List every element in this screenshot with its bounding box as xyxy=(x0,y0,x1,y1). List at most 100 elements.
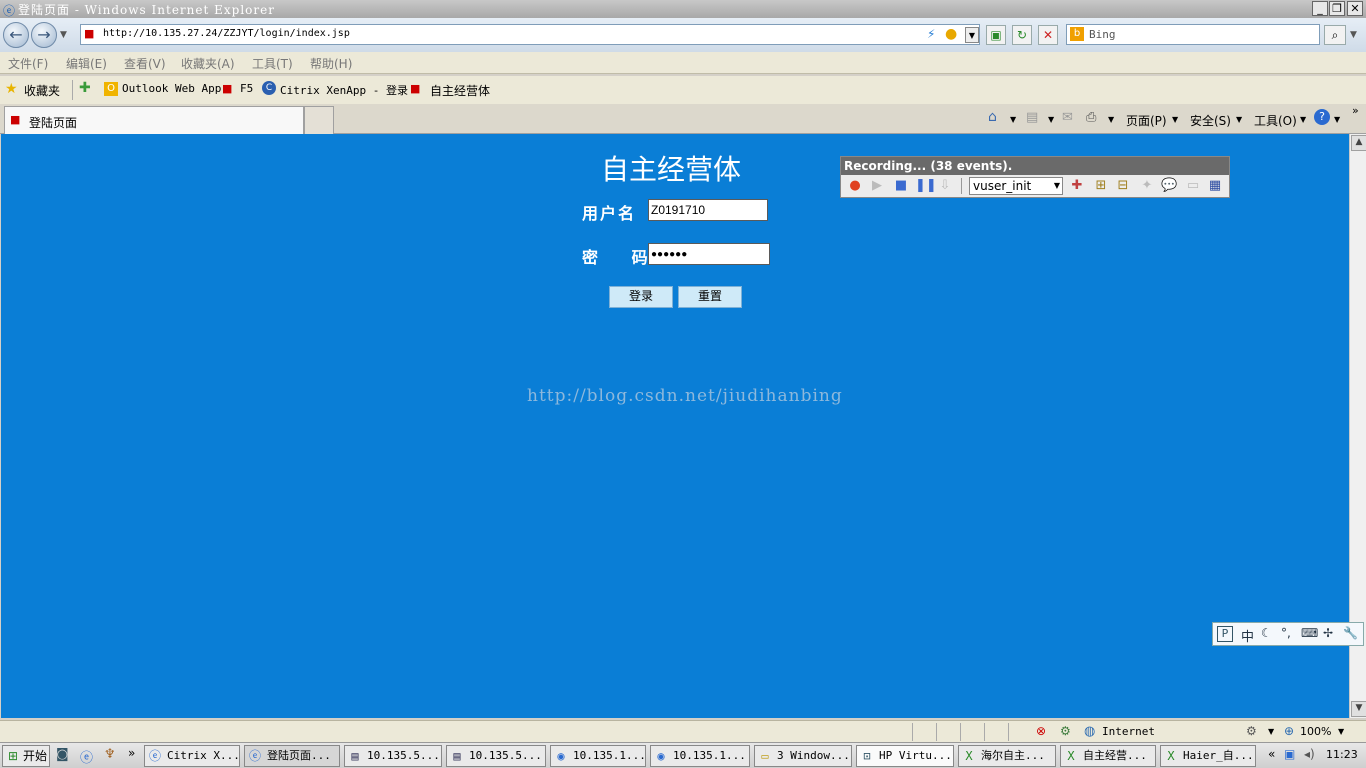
minimize-button[interactable]: _ xyxy=(1312,1,1328,16)
task-excel-3[interactable]: X Haier_自... xyxy=(1160,745,1256,767)
end-transaction-icon[interactable]: ⊟ xyxy=(1115,178,1131,194)
popup-blocker-icon[interactable]: ⚙ xyxy=(1060,724,1071,738)
menu-edit[interactable]: 编辑(E) xyxy=(66,55,107,72)
compat-view-icon[interactable]: ⚡ xyxy=(927,27,935,41)
search-box[interactable]: b Bing xyxy=(1066,24,1320,45)
print-icon[interactable]: ⎙ xyxy=(1086,110,1096,125)
maximize-button[interactable]: ❐ xyxy=(1329,1,1345,16)
scroll-down-icon[interactable]: ▼ xyxy=(1351,701,1366,717)
remote-desktop-icon: ▤ xyxy=(351,749,359,763)
protected-zone-icon[interactable]: ⚙ xyxy=(1246,724,1257,738)
pause-icon[interactable]: ❚❚ xyxy=(915,178,937,194)
new-action-icon[interactable]: ✚ xyxy=(1069,178,1085,194)
reset-button[interactable]: 重置 xyxy=(678,286,742,308)
page-dropdown-icon[interactable]: ▼ xyxy=(1172,115,1178,124)
network-tray-icon[interactable]: ▣ xyxy=(1284,747,1295,761)
search-button[interactable]: ⌕ xyxy=(1324,25,1346,45)
volume-icon[interactable]: ◂) xyxy=(1304,747,1315,761)
chevron-more-icon[interactable]: » xyxy=(1352,104,1359,117)
settings-icon[interactable]: ✢ xyxy=(1323,626,1333,640)
task-hp-virtual-user[interactable]: ⊡ HP Virtu... xyxy=(856,745,954,767)
help-dropdown-icon[interactable]: ▼ xyxy=(1334,115,1340,124)
safety-dropdown-icon[interactable]: ▼ xyxy=(1236,115,1242,124)
menu-tools[interactable]: 工具(T) xyxy=(252,55,293,72)
fav-outlook[interactable]: Outlook Web App xyxy=(122,82,221,95)
menu-view[interactable]: 查看(V) xyxy=(124,55,166,72)
keyboard-icon[interactable]: ⌨ xyxy=(1301,626,1318,640)
task-excel-2[interactable]: X 自主经营... xyxy=(1060,745,1156,767)
start-button[interactable]: ⊞ 开始 xyxy=(2,745,50,767)
compat-clock-icon[interactable]: ● xyxy=(945,26,957,42)
task-excel-1[interactable]: X 海尔自主... xyxy=(958,745,1056,767)
ime-mode[interactable]: 中 xyxy=(1241,626,1254,645)
password-input[interactable] xyxy=(648,243,770,265)
rss-feed-button[interactable]: ▣ xyxy=(986,25,1006,45)
login-button[interactable]: 登录 xyxy=(609,286,673,308)
task-remote-1[interactable]: ▤ 10.135.5... xyxy=(344,745,442,767)
home-icon[interactable]: ⌂ xyxy=(988,109,997,125)
zoom-dropdown-icon[interactable]: ▼ xyxy=(1338,727,1344,736)
task-login-page[interactable]: ⓔ 登陆页面... xyxy=(244,745,340,767)
menu-help[interactable]: 帮助(H) xyxy=(310,55,352,72)
forward-button[interactable]: → xyxy=(31,22,57,48)
zoom-icon[interactable]: ⊕ xyxy=(1284,724,1294,738)
comment-icon[interactable]: 💬 xyxy=(1161,178,1177,194)
task-remote-2[interactable]: ▤ 10.135.5... xyxy=(446,745,546,767)
print-dropdown-icon[interactable]: ▼ xyxy=(1108,115,1114,124)
start-transaction-icon[interactable]: ⊞ xyxy=(1093,178,1109,194)
show-desktop-icon[interactable]: ◙ xyxy=(56,747,69,762)
refresh-button[interactable]: ↻ xyxy=(1012,25,1032,45)
task-remote-3[interactable]: ◉ 10.135.1... xyxy=(550,745,646,767)
task-remote-4[interactable]: ◉ 10.135.1... xyxy=(650,745,750,767)
step-icon[interactable]: ⇩ xyxy=(937,178,953,194)
menu-file[interactable]: 文件(F) xyxy=(8,55,48,72)
tab-login-page[interactable]: ■ 登陆页面 xyxy=(4,106,304,134)
close-window-button[interactable]: ✕ xyxy=(1347,1,1363,16)
new-tab-button[interactable] xyxy=(304,106,334,134)
checkpoint-icon[interactable]: ▭ xyxy=(1185,178,1201,194)
tools-menu[interactable]: 工具(O) xyxy=(1254,112,1297,129)
search-options-icon[interactable]: ▼ xyxy=(1350,30,1357,40)
ie-quicklaunch-icon[interactable]: ⓔ xyxy=(80,747,93,766)
play-icon[interactable]: ▶ xyxy=(869,178,885,194)
protected-mode-icon[interactable]: ⊗ xyxy=(1036,724,1046,738)
record-icon[interactable]: ● xyxy=(847,178,863,194)
mail-icon[interactable]: ✉ xyxy=(1062,110,1073,125)
tools-dropdown-icon[interactable]: ▼ xyxy=(1300,115,1306,124)
safety-menu[interactable]: 安全(S) xyxy=(1190,112,1231,129)
quicklaunch-more-icon[interactable]: » xyxy=(128,746,135,760)
punctuation-icon[interactable]: °, xyxy=(1281,626,1291,640)
address-dropdown-icon[interactable]: ▼ xyxy=(965,27,979,43)
fav-citrix[interactable]: Citrix XenApp - 登录 xyxy=(280,82,408,98)
action-dropdown-icon[interactable]: ▼ xyxy=(1054,178,1060,194)
task-windows-group[interactable]: ▭ 3 Window... xyxy=(754,745,852,767)
back-button[interactable]: ← xyxy=(3,22,29,48)
add-favorite-icon[interactable]: ✚ xyxy=(79,80,91,96)
rendezvous-icon[interactable]: ✦ xyxy=(1139,178,1155,194)
tray-expand-icon[interactable]: « xyxy=(1268,747,1275,761)
task-citrix[interactable]: ⓔ Citrix X... xyxy=(144,745,240,767)
home-dropdown-icon[interactable]: ▼ xyxy=(1010,115,1016,124)
fav-f5[interactable]: F5 xyxy=(240,82,253,95)
clock[interactable]: 11:23 xyxy=(1326,748,1358,761)
fav-zizhu[interactable]: 自主经营体 xyxy=(430,82,490,99)
zoom-level[interactable]: 100% xyxy=(1300,725,1331,738)
moon-icon[interactable]: ☾ xyxy=(1261,626,1272,640)
username-input[interactable] xyxy=(648,199,768,221)
stop-record-icon[interactable]: ■ xyxy=(893,178,909,194)
help-icon[interactable]: ? xyxy=(1314,109,1330,125)
scroll-up-icon[interactable]: ▲ xyxy=(1351,135,1366,151)
wrench-icon[interactable]: 🔧 xyxy=(1343,626,1358,640)
action-select[interactable]: vuser_init ▼ xyxy=(969,177,1063,195)
history-dropdown-icon[interactable]: ▼ xyxy=(60,30,67,40)
translate-icon[interactable]: ▦ xyxy=(1207,178,1223,194)
feeds-dropdown-icon[interactable]: ▼ xyxy=(1048,115,1054,124)
address-bar[interactable]: ■ http://10.135.27.24/ZZJYT/login/index.… xyxy=(80,24,980,45)
zone-dropdown-icon[interactable]: ▼ xyxy=(1268,727,1274,736)
feeds-icon[interactable]: ▤ xyxy=(1026,110,1038,125)
stop-button[interactable]: ✕ xyxy=(1038,25,1058,45)
app-quicklaunch-icon[interactable]: ♆ xyxy=(104,747,116,762)
page-menu[interactable]: 页面(P) xyxy=(1126,112,1167,129)
favorites-button[interactable]: 收藏夹 xyxy=(24,82,60,99)
menu-favorites[interactable]: 收藏夹(A) xyxy=(181,55,235,72)
